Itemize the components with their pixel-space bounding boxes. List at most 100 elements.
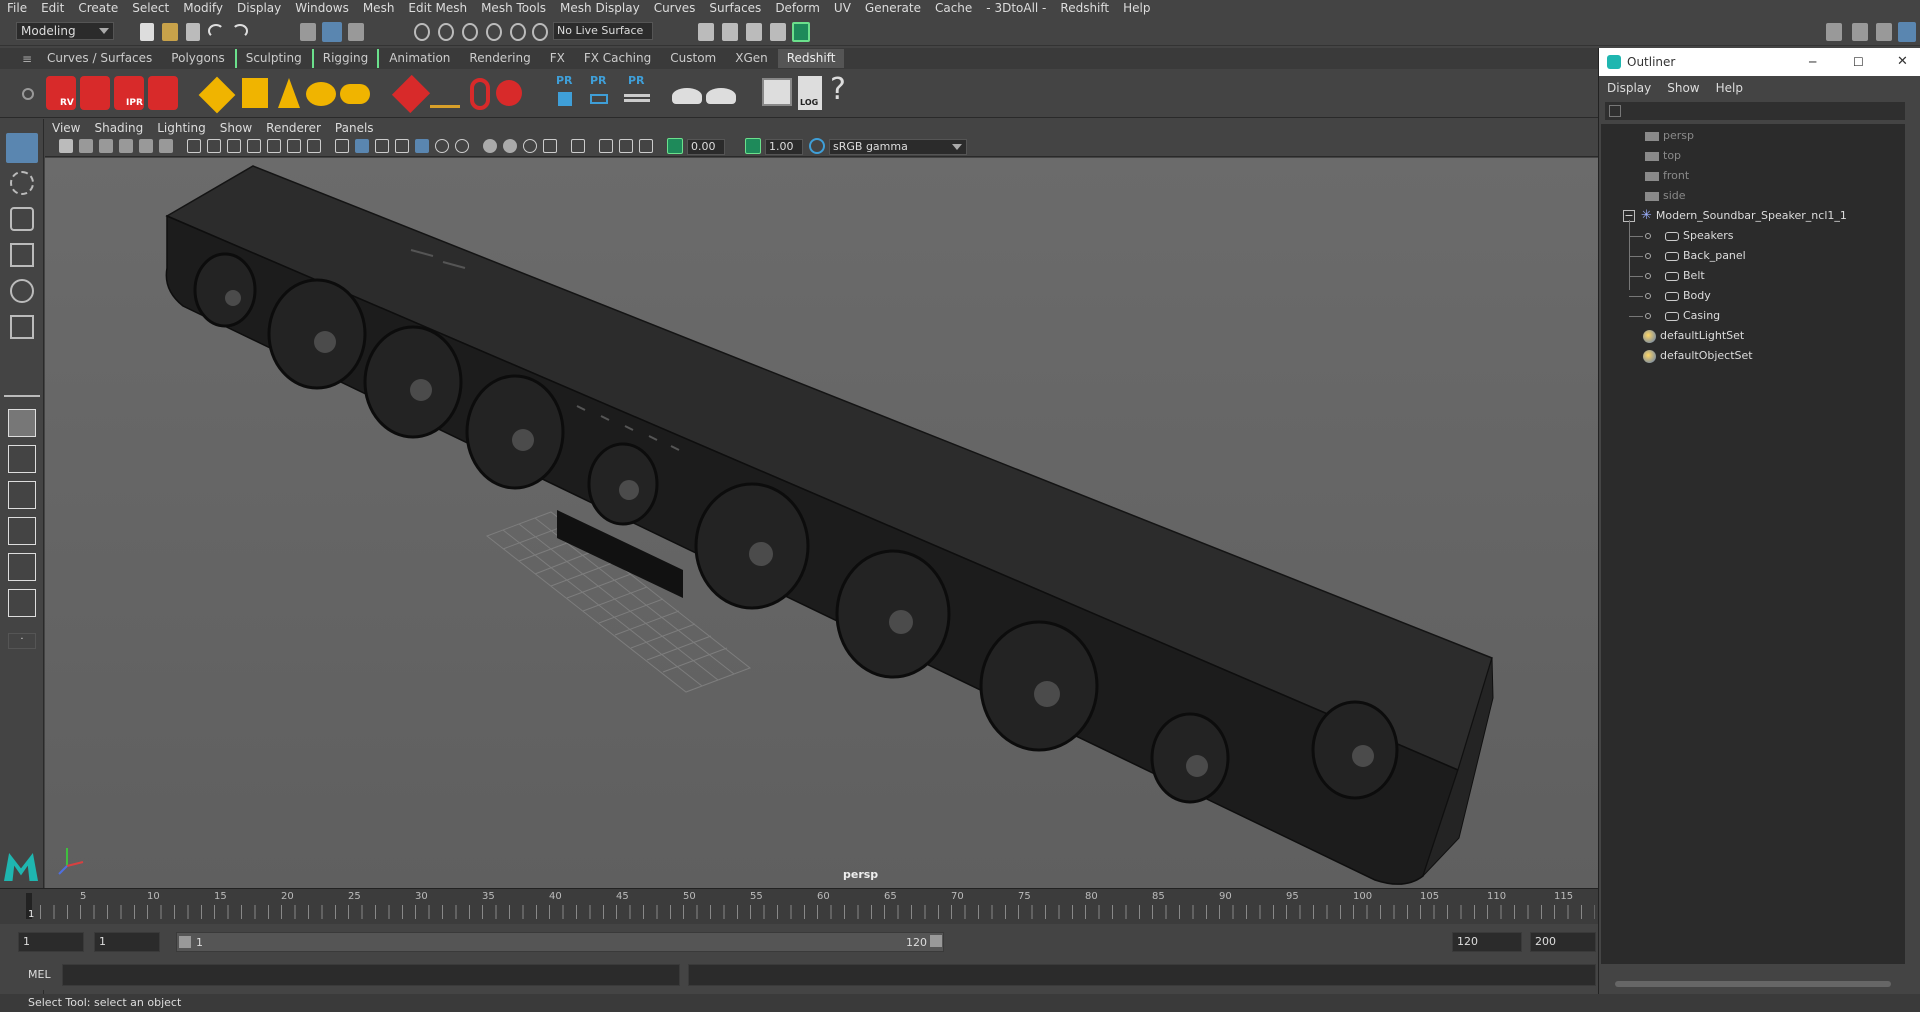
tab-fx[interactable]: FX — [541, 49, 574, 68]
anti-aliasing-icon[interactable] — [523, 139, 537, 153]
tab-rigging[interactable]: Rigging — [311, 49, 380, 68]
expand-dot-icon[interactable] — [1645, 273, 1651, 279]
exposure-field[interactable]: 0.00 — [687, 139, 725, 155]
single-perspective-layout-icon[interactable] — [8, 409, 36, 437]
mel-label[interactable]: MEL — [28, 968, 51, 981]
outliner-vertical-scrollbar[interactable] — [1907, 124, 1919, 964]
vp-menu-renderer[interactable]: Renderer — [259, 121, 328, 135]
redshift-batch-render-button[interactable] — [80, 76, 110, 110]
menu-file[interactable]: File — [0, 0, 34, 17]
isolate-select-icon[interactable] — [571, 139, 585, 153]
tree-item-belt[interactable]: Belt — [1629, 266, 1705, 286]
vp-menu-panels[interactable]: Panels — [328, 121, 381, 135]
expand-dot-icon[interactable] — [1645, 253, 1651, 259]
tree-item-back-panel[interactable]: Back_panel — [1629, 246, 1746, 266]
live-surface-field[interactable]: No Live Surface — [553, 22, 653, 40]
toggle-channel-box-icon[interactable] — [1898, 22, 1916, 42]
undo-icon[interactable] — [208, 24, 224, 38]
rs-dome-light-icon[interactable] — [706, 88, 736, 104]
xray-components-icon[interactable] — [639, 139, 653, 153]
rs-mesh-params-icon[interactable] — [198, 76, 236, 114]
menu-uv[interactable]: UV — [827, 0, 858, 17]
grease-pencil-icon[interactable] — [159, 139, 173, 153]
menu-redshift[interactable]: Redshift — [1053, 0, 1116, 17]
ipr-render-icon[interactable] — [722, 23, 738, 41]
vp-menu-show[interactable]: Show — [213, 121, 259, 135]
safe-title-icon[interactable] — [307, 139, 321, 153]
tree-item-modern-soundbar-speaker[interactable]: − ✳ Modern_Soundbar_Speaker_ncl1_1 — [1623, 206, 1847, 226]
tree-item-casing[interactable]: Casing — [1629, 306, 1720, 326]
vp-menu-lighting[interactable]: Lighting — [150, 121, 213, 135]
tab-polygons[interactable]: Polygons — [162, 49, 233, 68]
snap-grid-icon[interactable] — [414, 23, 430, 41]
hypershade-icon[interactable] — [770, 23, 786, 41]
end-time-field[interactable]: 200 — [1530, 932, 1596, 952]
tree-item-persp[interactable]: persp — [1645, 126, 1694, 146]
gamma-field[interactable]: 1.00 — [765, 139, 803, 155]
help-icon[interactable]: ? — [830, 72, 846, 107]
image-plane-icon[interactable] — [119, 139, 133, 153]
expand-dot-icon[interactable] — [1645, 233, 1651, 239]
2d-pan-zoom-icon[interactable] — [139, 139, 153, 153]
menu-3dtoall[interactable]: - 3DtoAll - — [979, 0, 1053, 17]
tab-sculpting[interactable]: Sculpting — [234, 49, 311, 68]
paint-select-tool-icon[interactable] — [10, 207, 34, 231]
open-scene-icon[interactable] — [162, 23, 178, 41]
move-tool-icon[interactable] — [10, 243, 34, 267]
motion-blur-icon[interactable] — [503, 139, 517, 153]
rs-matte-icon[interactable] — [340, 84, 370, 104]
menu-mesh-tools[interactable]: Mesh Tools — [474, 0, 553, 17]
xray-joints-icon[interactable] — [619, 139, 633, 153]
bookmark-icon[interactable] — [99, 139, 113, 153]
tree-item-default-light-set[interactable]: defaultLightSet — [1643, 326, 1744, 346]
start-time-field[interactable]: 1 — [18, 932, 84, 952]
render-view-icon[interactable] — [792, 22, 810, 42]
color-management-icon[interactable] — [809, 138, 825, 154]
menu-edit[interactable]: Edit — [34, 0, 71, 17]
tree-item-top[interactable]: top — [1645, 146, 1681, 166]
select-object-icon[interactable] — [322, 22, 342, 42]
redo-icon[interactable] — [232, 24, 248, 38]
xray-icon[interactable] — [599, 139, 613, 153]
workspace-icon[interactable] — [1826, 23, 1842, 41]
outliner-menu-display[interactable]: Display — [1599, 81, 1659, 95]
vp-menu-view[interactable]: View — [45, 121, 87, 135]
outliner-search-input[interactable] — [1605, 102, 1905, 120]
magnet-icon[interactable] — [532, 23, 548, 41]
vp-menu-shading[interactable]: Shading — [87, 121, 150, 135]
menu-cache[interactable]: Cache — [928, 0, 979, 17]
snap-point-icon[interactable] — [462, 23, 478, 41]
shadows-icon[interactable] — [455, 139, 469, 153]
rs-visibility-icon[interactable] — [306, 82, 336, 106]
time-slider[interactable]: 1 5 10 15 20 25 30 35 40 45 50 55 60 65 … — [0, 888, 1598, 924]
snap-view-icon[interactable] — [486, 23, 502, 41]
smooth-shade-icon[interactable] — [355, 139, 369, 153]
render-settings-icon[interactable] — [746, 23, 762, 41]
side-by-side-layout-icon[interactable] — [8, 481, 36, 509]
camera-icon[interactable] — [59, 139, 73, 153]
playback-end-field[interactable]: 120 — [1452, 932, 1522, 952]
redshift-ipr-button[interactable]: IPR — [114, 76, 144, 110]
field-chart-icon[interactable] — [267, 139, 281, 153]
tab-curves-surfaces[interactable]: Curves / Surfaces — [38, 49, 161, 68]
rs-hair-icon[interactable] — [430, 80, 460, 108]
tree-item-speakers[interactable]: Speakers — [1629, 226, 1733, 246]
mel-input[interactable] — [62, 964, 680, 986]
rs-curve-icon[interactable] — [470, 78, 490, 110]
minimize-icon[interactable]: ─ — [1809, 48, 1816, 76]
film-gate-icon[interactable] — [207, 139, 221, 153]
rotate-tool-icon[interactable] — [10, 279, 34, 303]
tree-item-side[interactable]: side — [1645, 186, 1686, 206]
view-transform-select[interactable]: sRGB gamma — [829, 139, 967, 155]
persp-graph-layout-icon[interactable] — [8, 517, 36, 545]
tree-item-front[interactable]: front — [1645, 166, 1689, 186]
rs-environment-icon[interactable] — [672, 88, 702, 104]
menu-deform[interactable]: Deform — [768, 0, 827, 17]
camera-attributes-icon[interactable] — [79, 139, 93, 153]
gamma-icon[interactable] — [745, 138, 761, 154]
playback-start-field[interactable]: 1 — [94, 932, 160, 952]
use-all-lights-icon[interactable] — [435, 139, 449, 153]
persp-outliner-layout-icon[interactable] — [8, 553, 36, 581]
select-component-icon[interactable] — [348, 23, 364, 41]
layout-expand-icon[interactable]: · — [8, 633, 36, 649]
